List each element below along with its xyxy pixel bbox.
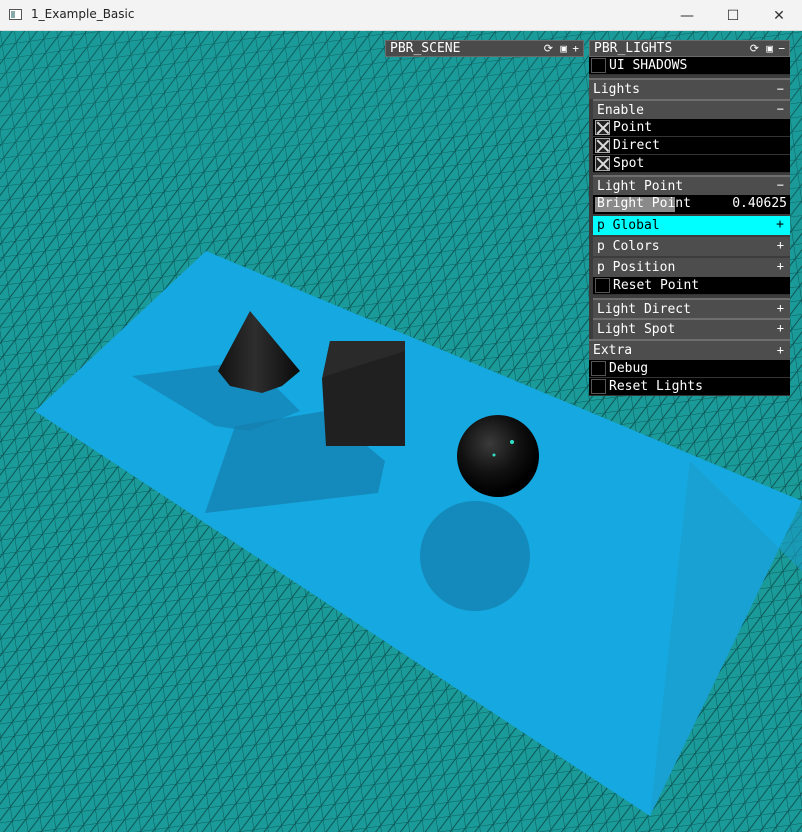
p-global-label: p Global bbox=[597, 218, 660, 233]
reset-lights-checkbox[interactable] bbox=[591, 379, 606, 394]
reset-point-label: Reset Point bbox=[613, 278, 700, 293]
expand-icon[interactable]: + bbox=[777, 259, 784, 273]
light-spot-label: Light Spot bbox=[597, 322, 676, 337]
pbr-lights-body: UI SHADOWS Lights − Enable − Point Direc… bbox=[589, 57, 790, 396]
p-colors-group-header[interactable]: p Colors + bbox=[593, 237, 790, 256]
reset-lights-label: Reset Lights bbox=[609, 379, 703, 394]
pbr-lights-panel[interactable]: PBR_LIGHTS ⟳ ▣ − UI SHADOWS Lights − Ena… bbox=[589, 40, 790, 396]
p-position-group-header[interactable]: p Position + bbox=[593, 258, 790, 277]
enable-spot-checkbox[interactable] bbox=[595, 156, 610, 171]
enable-direct-label: Direct bbox=[613, 138, 660, 153]
bright-point-value: 0.40625 bbox=[732, 196, 787, 211]
pbr-lights-title: PBR_LIGHTS bbox=[594, 41, 673, 56]
ui-shadows-checkbox[interactable] bbox=[591, 58, 606, 73]
sphere-mesh bbox=[457, 415, 539, 497]
expand-icon[interactable]: + bbox=[777, 238, 784, 252]
extra-group-header[interactable]: Extra + bbox=[589, 339, 790, 360]
expand-icon[interactable]: + bbox=[776, 217, 784, 232]
3d-viewport[interactable]: PBR_SCENE ⟳ ▣ + PBR_LIGHTS ⟳ ▣ − UI SHAD… bbox=[0, 31, 802, 832]
debug-label: Debug bbox=[609, 361, 649, 376]
save-icon[interactable]: ▣ bbox=[766, 42, 773, 55]
bright-point-slider[interactable]: Bright Point 0.40625 bbox=[593, 195, 790, 214]
extra-group-label: Extra bbox=[593, 343, 633, 358]
enable-group-label: Enable bbox=[597, 102, 644, 118]
light-spot-group-header[interactable]: Light Spot + bbox=[593, 318, 790, 339]
light-point-label: Light Point bbox=[597, 178, 684, 194]
sphere-shadow bbox=[420, 501, 530, 611]
window-title: 1_Example_Basic bbox=[31, 7, 135, 21]
enable-direct-toggle[interactable]: Direct bbox=[593, 137, 790, 155]
p-colors-label: p Colors bbox=[597, 239, 660, 254]
light-direct-label: Light Direct bbox=[597, 301, 691, 317]
maximize-button[interactable]: ☐ bbox=[710, 0, 756, 31]
expand-icon[interactable]: + bbox=[777, 321, 784, 335]
ui-shadows-toggle[interactable]: UI SHADOWS bbox=[589, 57, 790, 75]
window-titlebar: 1_Example_Basic — ☐ ✕ bbox=[0, 0, 802, 31]
enable-point-toggle[interactable]: Point bbox=[593, 119, 790, 137]
collapse-icon[interactable]: − bbox=[777, 102, 784, 116]
enable-spot-label: Spot bbox=[613, 156, 645, 171]
enable-point-label: Point bbox=[613, 120, 653, 135]
enable-point-checkbox[interactable] bbox=[595, 120, 610, 135]
reset-point-checkbox[interactable] bbox=[595, 278, 610, 293]
enable-group-header[interactable]: Enable − bbox=[593, 99, 790, 119]
collapse-icon[interactable]: − bbox=[778, 42, 785, 55]
minimize-button[interactable]: — bbox=[664, 0, 710, 31]
enable-direct-checkbox[interactable] bbox=[595, 138, 610, 153]
save-icon[interactable]: ▣ bbox=[560, 42, 567, 55]
close-button[interactable]: ✕ bbox=[756, 0, 802, 31]
p-global-group-header[interactable]: p Global + bbox=[593, 216, 790, 235]
app-icon bbox=[9, 9, 22, 20]
light-point-group-header[interactable]: Light Point − bbox=[593, 175, 790, 195]
light-direct-group-header[interactable]: Light Direct + bbox=[593, 298, 790, 318]
expand-icon[interactable]: + bbox=[777, 343, 784, 357]
debug-checkbox[interactable] bbox=[591, 361, 606, 376]
ui-shadows-label: UI SHADOWS bbox=[609, 58, 688, 73]
p-position-label: p Position bbox=[597, 260, 676, 275]
expand-icon[interactable]: + bbox=[572, 42, 579, 55]
reset-lights-button[interactable]: Reset Lights bbox=[589, 378, 790, 396]
collapse-icon[interactable]: − bbox=[777, 82, 784, 96]
expand-icon[interactable]: + bbox=[777, 301, 784, 315]
refresh-icon[interactable]: ⟳ bbox=[544, 42, 553, 55]
reset-point-button[interactable]: Reset Point bbox=[593, 277, 790, 295]
pbr-scene-titlebar[interactable]: PBR_SCENE ⟳ ▣ + bbox=[385, 40, 584, 57]
pbr-lights-titlebar[interactable]: PBR_LIGHTS ⟳ ▣ − bbox=[589, 40, 790, 57]
sphere-highlight-2 bbox=[492, 453, 496, 457]
lights-group-header[interactable]: Lights − bbox=[589, 78, 790, 99]
pbr-scene-title: PBR_SCENE bbox=[390, 41, 461, 56]
enable-spot-toggle[interactable]: Spot bbox=[593, 155, 790, 173]
bright-point-label: Bright Point bbox=[597, 196, 691, 211]
lights-group-label: Lights bbox=[593, 82, 640, 97]
debug-toggle[interactable]: Debug bbox=[589, 360, 790, 378]
sphere-highlight bbox=[510, 440, 514, 444]
collapse-icon[interactable]: − bbox=[777, 178, 784, 192]
pbr-scene-panel[interactable]: PBR_SCENE ⟳ ▣ + bbox=[385, 40, 584, 57]
refresh-icon[interactable]: ⟳ bbox=[750, 42, 759, 55]
